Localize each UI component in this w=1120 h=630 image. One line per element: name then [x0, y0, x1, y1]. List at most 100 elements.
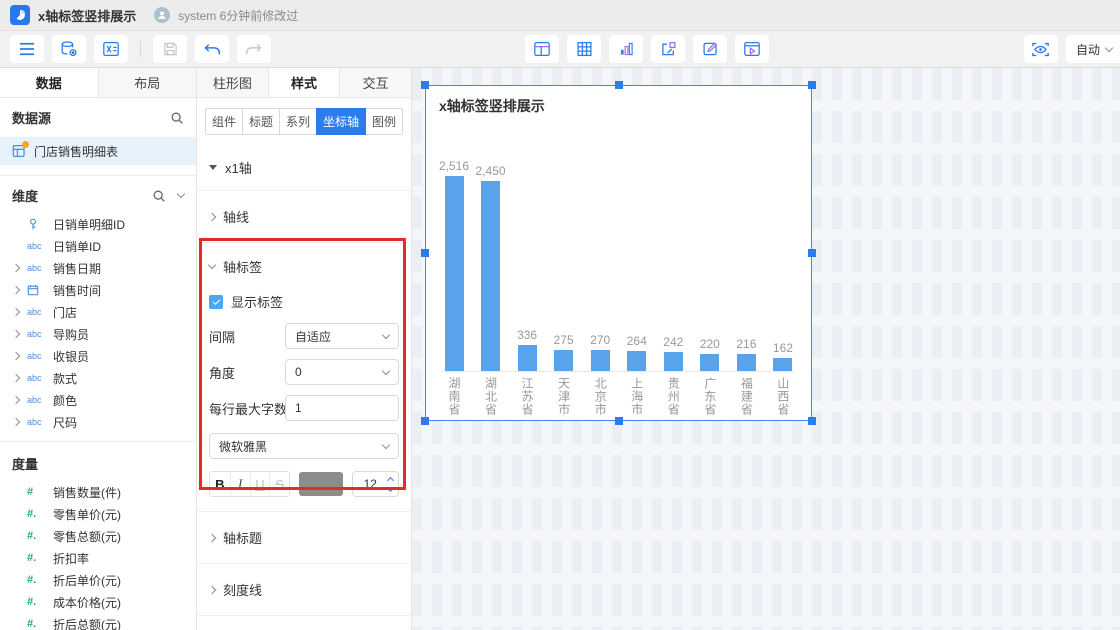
- underline-button[interactable]: U: [250, 472, 270, 496]
- dashboard-canvas[interactable]: x轴标签竖排展示 2,5162,450336275270264242220216…: [412, 68, 1120, 630]
- bar-column[interactable]: 216: [734, 337, 758, 371]
- sidebar-tab-布局[interactable]: 布局: [98, 68, 197, 97]
- expand-chevron-icon[interactable]: [13, 375, 27, 381]
- resize-handle[interactable]: [615, 417, 623, 425]
- bar[interactable]: [773, 358, 792, 371]
- preview-button[interactable]: [1024, 35, 1058, 63]
- measure-item[interactable]: #.成本价格(元): [0, 591, 196, 613]
- font-family-select[interactable]: 微软雅黑: [209, 433, 399, 459]
- axis-label-section-header[interactable]: 轴标签: [209, 243, 399, 282]
- resize-handle[interactable]: [421, 417, 429, 425]
- dimension-item[interactable]: 销售时间: [0, 279, 196, 301]
- expand-chevron-icon[interactable]: [13, 265, 27, 271]
- font-color-swatch[interactable]: [299, 472, 342, 496]
- axis-title-section[interactable]: 轴标题: [197, 511, 411, 563]
- datasource-button[interactable]: [52, 35, 86, 63]
- split-line-section[interactable]: 分割线: [197, 615, 411, 630]
- show-label-checkbox[interactable]: [209, 295, 223, 309]
- bar[interactable]: [664, 352, 683, 371]
- interval-select[interactable]: 自适应: [285, 323, 399, 349]
- screen-mode-dropdown[interactable]: 自动: [1066, 35, 1120, 63]
- italic-button[interactable]: I: [230, 472, 250, 496]
- bar-chart-button[interactable]: [609, 35, 643, 63]
- bar[interactable]: [481, 181, 500, 371]
- play-window-button[interactable]: [735, 35, 769, 63]
- redo-button[interactable]: [237, 35, 271, 63]
- style-subtab-图例[interactable]: 图例: [365, 108, 403, 135]
- style-subtab-系列[interactable]: 系列: [279, 108, 317, 135]
- chevron-down-icon[interactable]: [177, 190, 185, 198]
- bar-column[interactable]: 242: [661, 335, 685, 371]
- dimension-item[interactable]: abc尺码: [0, 411, 196, 433]
- x1-axis-section[interactable]: x1轴: [197, 145, 411, 190]
- resize-handle[interactable]: [808, 417, 816, 425]
- dimension-item[interactable]: abc日销单ID: [0, 235, 196, 257]
- bar[interactable]: [445, 176, 464, 371]
- chart-widget[interactable]: x轴标签竖排展示 2,5162,450336275270264242220216…: [425, 85, 812, 421]
- bar-column[interactable]: 2,450: [479, 164, 503, 371]
- expand-chevron-icon[interactable]: [13, 309, 27, 315]
- bar-column[interactable]: 275: [552, 333, 576, 371]
- datasource-item[interactable]: 门店销售明细表: [0, 137, 196, 165]
- dimension-item[interactable]: abc颜色: [0, 389, 196, 411]
- dimension-item[interactable]: abc款式: [0, 367, 196, 389]
- style-subtab-标题[interactable]: 标题: [242, 108, 280, 135]
- grid-table-button[interactable]: [567, 35, 601, 63]
- undo-button[interactable]: [195, 35, 229, 63]
- expand-chevron-icon[interactable]: [13, 287, 27, 293]
- menu-button[interactable]: [10, 35, 44, 63]
- style-subtab-坐标轴[interactable]: 坐标轴: [316, 108, 366, 135]
- resize-handle[interactable]: [808, 81, 816, 89]
- max-chars-input[interactable]: 1: [285, 395, 399, 421]
- resize-handle[interactable]: [421, 249, 429, 257]
- strikethrough-button[interactable]: S: [269, 472, 289, 496]
- measure-item[interactable]: #.折扣率: [0, 547, 196, 569]
- measure-item[interactable]: #.零售总额(元): [0, 525, 196, 547]
- resize-handle[interactable]: [421, 81, 429, 89]
- bar-column[interactable]: 220: [698, 337, 722, 371]
- measure-item[interactable]: #.零售单价(元): [0, 503, 196, 525]
- bold-button[interactable]: B: [210, 472, 230, 496]
- expand-chevron-icon[interactable]: [13, 353, 27, 359]
- bar[interactable]: [554, 350, 573, 371]
- edit-button[interactable]: [693, 35, 727, 63]
- excel-export-button[interactable]: [94, 35, 128, 63]
- angle-select[interactable]: 0: [285, 359, 399, 385]
- font-size-stepper[interactable]: 12: [352, 471, 399, 497]
- save-button[interactable]: [153, 35, 187, 63]
- bar[interactable]: [627, 351, 646, 371]
- expand-chevron-icon[interactable]: [13, 419, 27, 425]
- bar[interactable]: [700, 354, 719, 371]
- bar[interactable]: [737, 354, 756, 371]
- bar-column[interactable]: 270: [588, 333, 612, 371]
- chevron-down-icon[interactable]: [387, 484, 394, 491]
- dashboard-layout-button[interactable]: [525, 35, 559, 63]
- export-share-button[interactable]: [651, 35, 685, 63]
- resize-handle[interactable]: [615, 81, 623, 89]
- dimension-item[interactable]: abc门店: [0, 301, 196, 323]
- measure-item[interactable]: #.折后单价(元): [0, 569, 196, 591]
- dimension-item[interactable]: abc收银员: [0, 345, 196, 367]
- bar-column[interactable]: 336: [515, 328, 539, 371]
- tick-line-section[interactable]: 刻度线: [197, 563, 411, 615]
- settings-tab-交互[interactable]: 交互: [339, 68, 411, 97]
- settings-tab-样式[interactable]: 样式: [268, 68, 340, 97]
- resize-handle[interactable]: [808, 249, 816, 257]
- measure-item[interactable]: #销售数量(件): [0, 481, 196, 503]
- dimension-item[interactable]: 日销单明细ID: [0, 213, 196, 235]
- bar[interactable]: [518, 345, 537, 371]
- expand-chevron-icon[interactable]: [13, 331, 27, 337]
- dimension-item[interactable]: abc导购员: [0, 323, 196, 345]
- bar-column[interactable]: 162: [771, 341, 795, 371]
- axis-line-section[interactable]: 轴线: [197, 190, 411, 242]
- expand-chevron-icon[interactable]: [13, 397, 27, 403]
- bar[interactable]: [591, 350, 610, 371]
- measure-item[interactable]: #.折后总额(元): [0, 613, 196, 630]
- chevron-up-icon[interactable]: [387, 476, 394, 483]
- search-icon[interactable]: [152, 189, 166, 203]
- search-icon[interactable]: [170, 111, 184, 125]
- settings-tab-柱形图[interactable]: 柱形图: [197, 68, 268, 97]
- bar-column[interactable]: 264: [625, 334, 649, 371]
- sidebar-tab-数据[interactable]: 数据: [0, 68, 98, 97]
- bar-column[interactable]: 2,516: [442, 159, 466, 371]
